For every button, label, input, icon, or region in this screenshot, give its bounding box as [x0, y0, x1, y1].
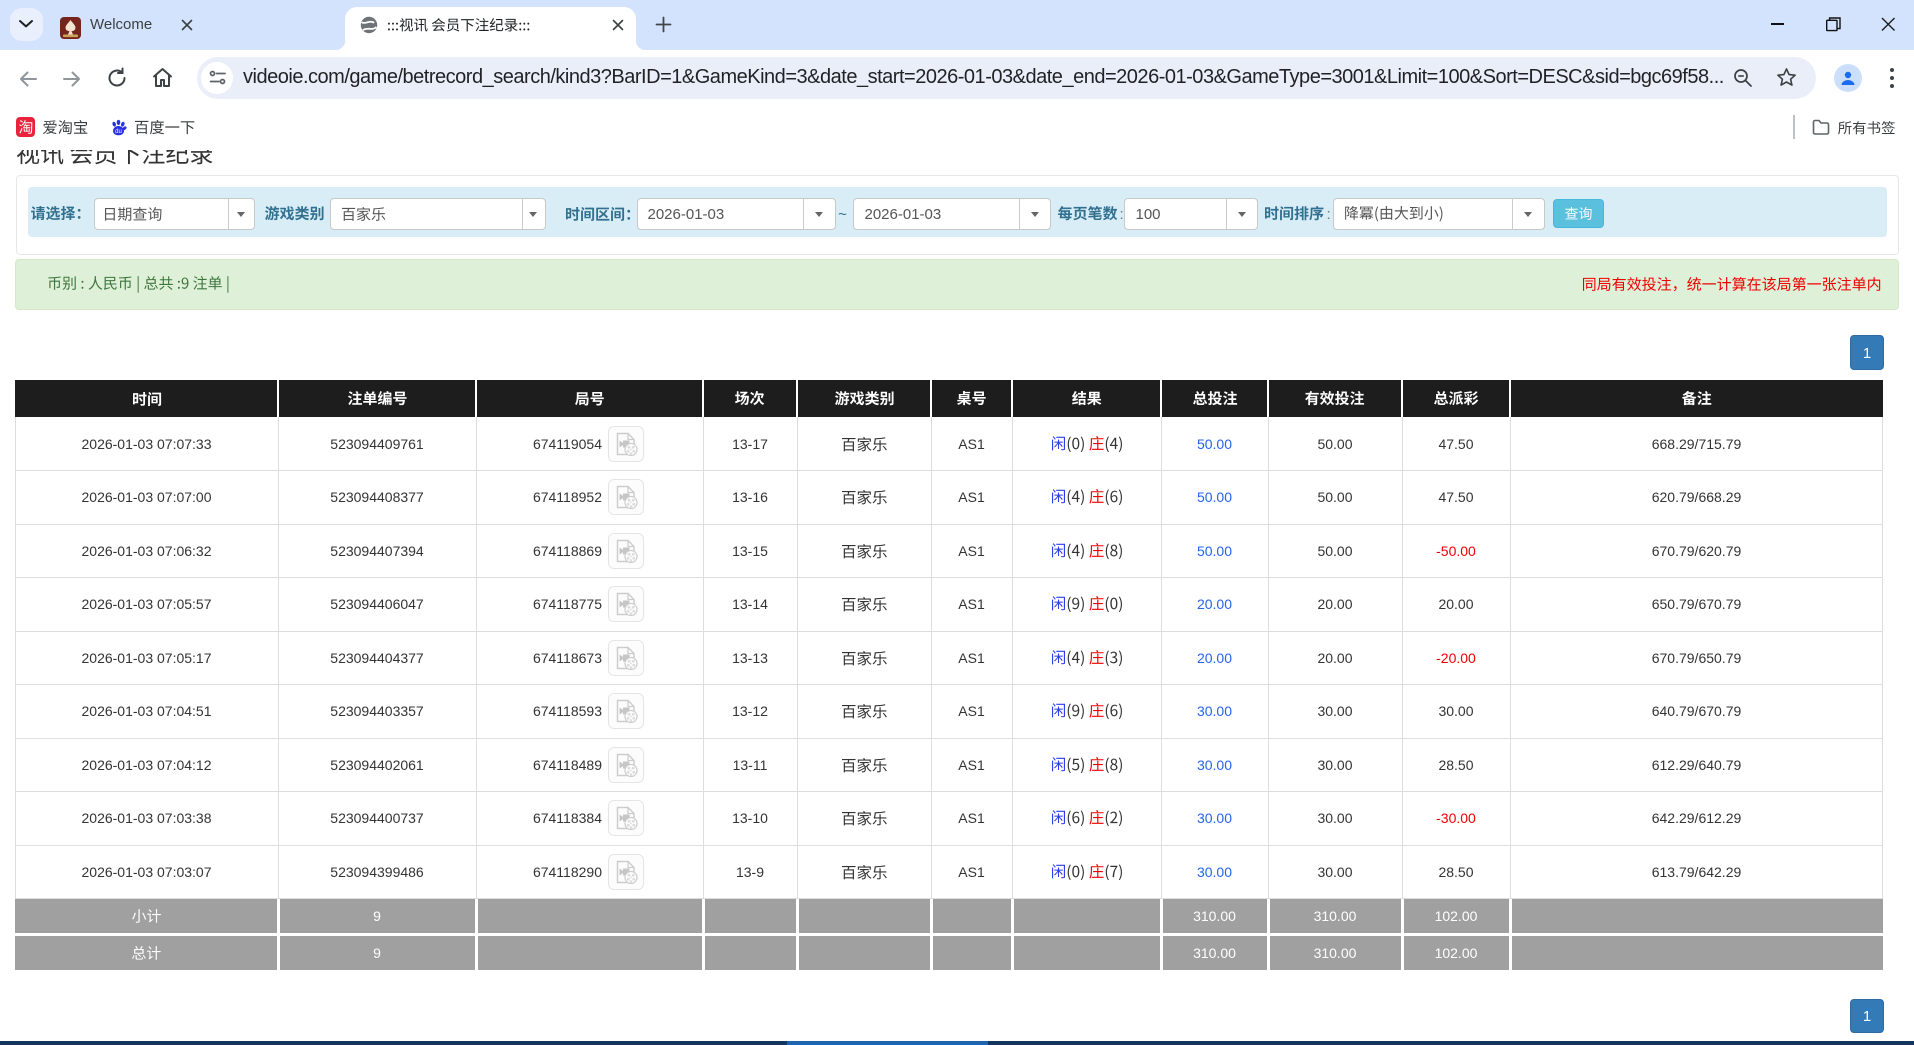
svg-text:du: du [115, 129, 122, 135]
